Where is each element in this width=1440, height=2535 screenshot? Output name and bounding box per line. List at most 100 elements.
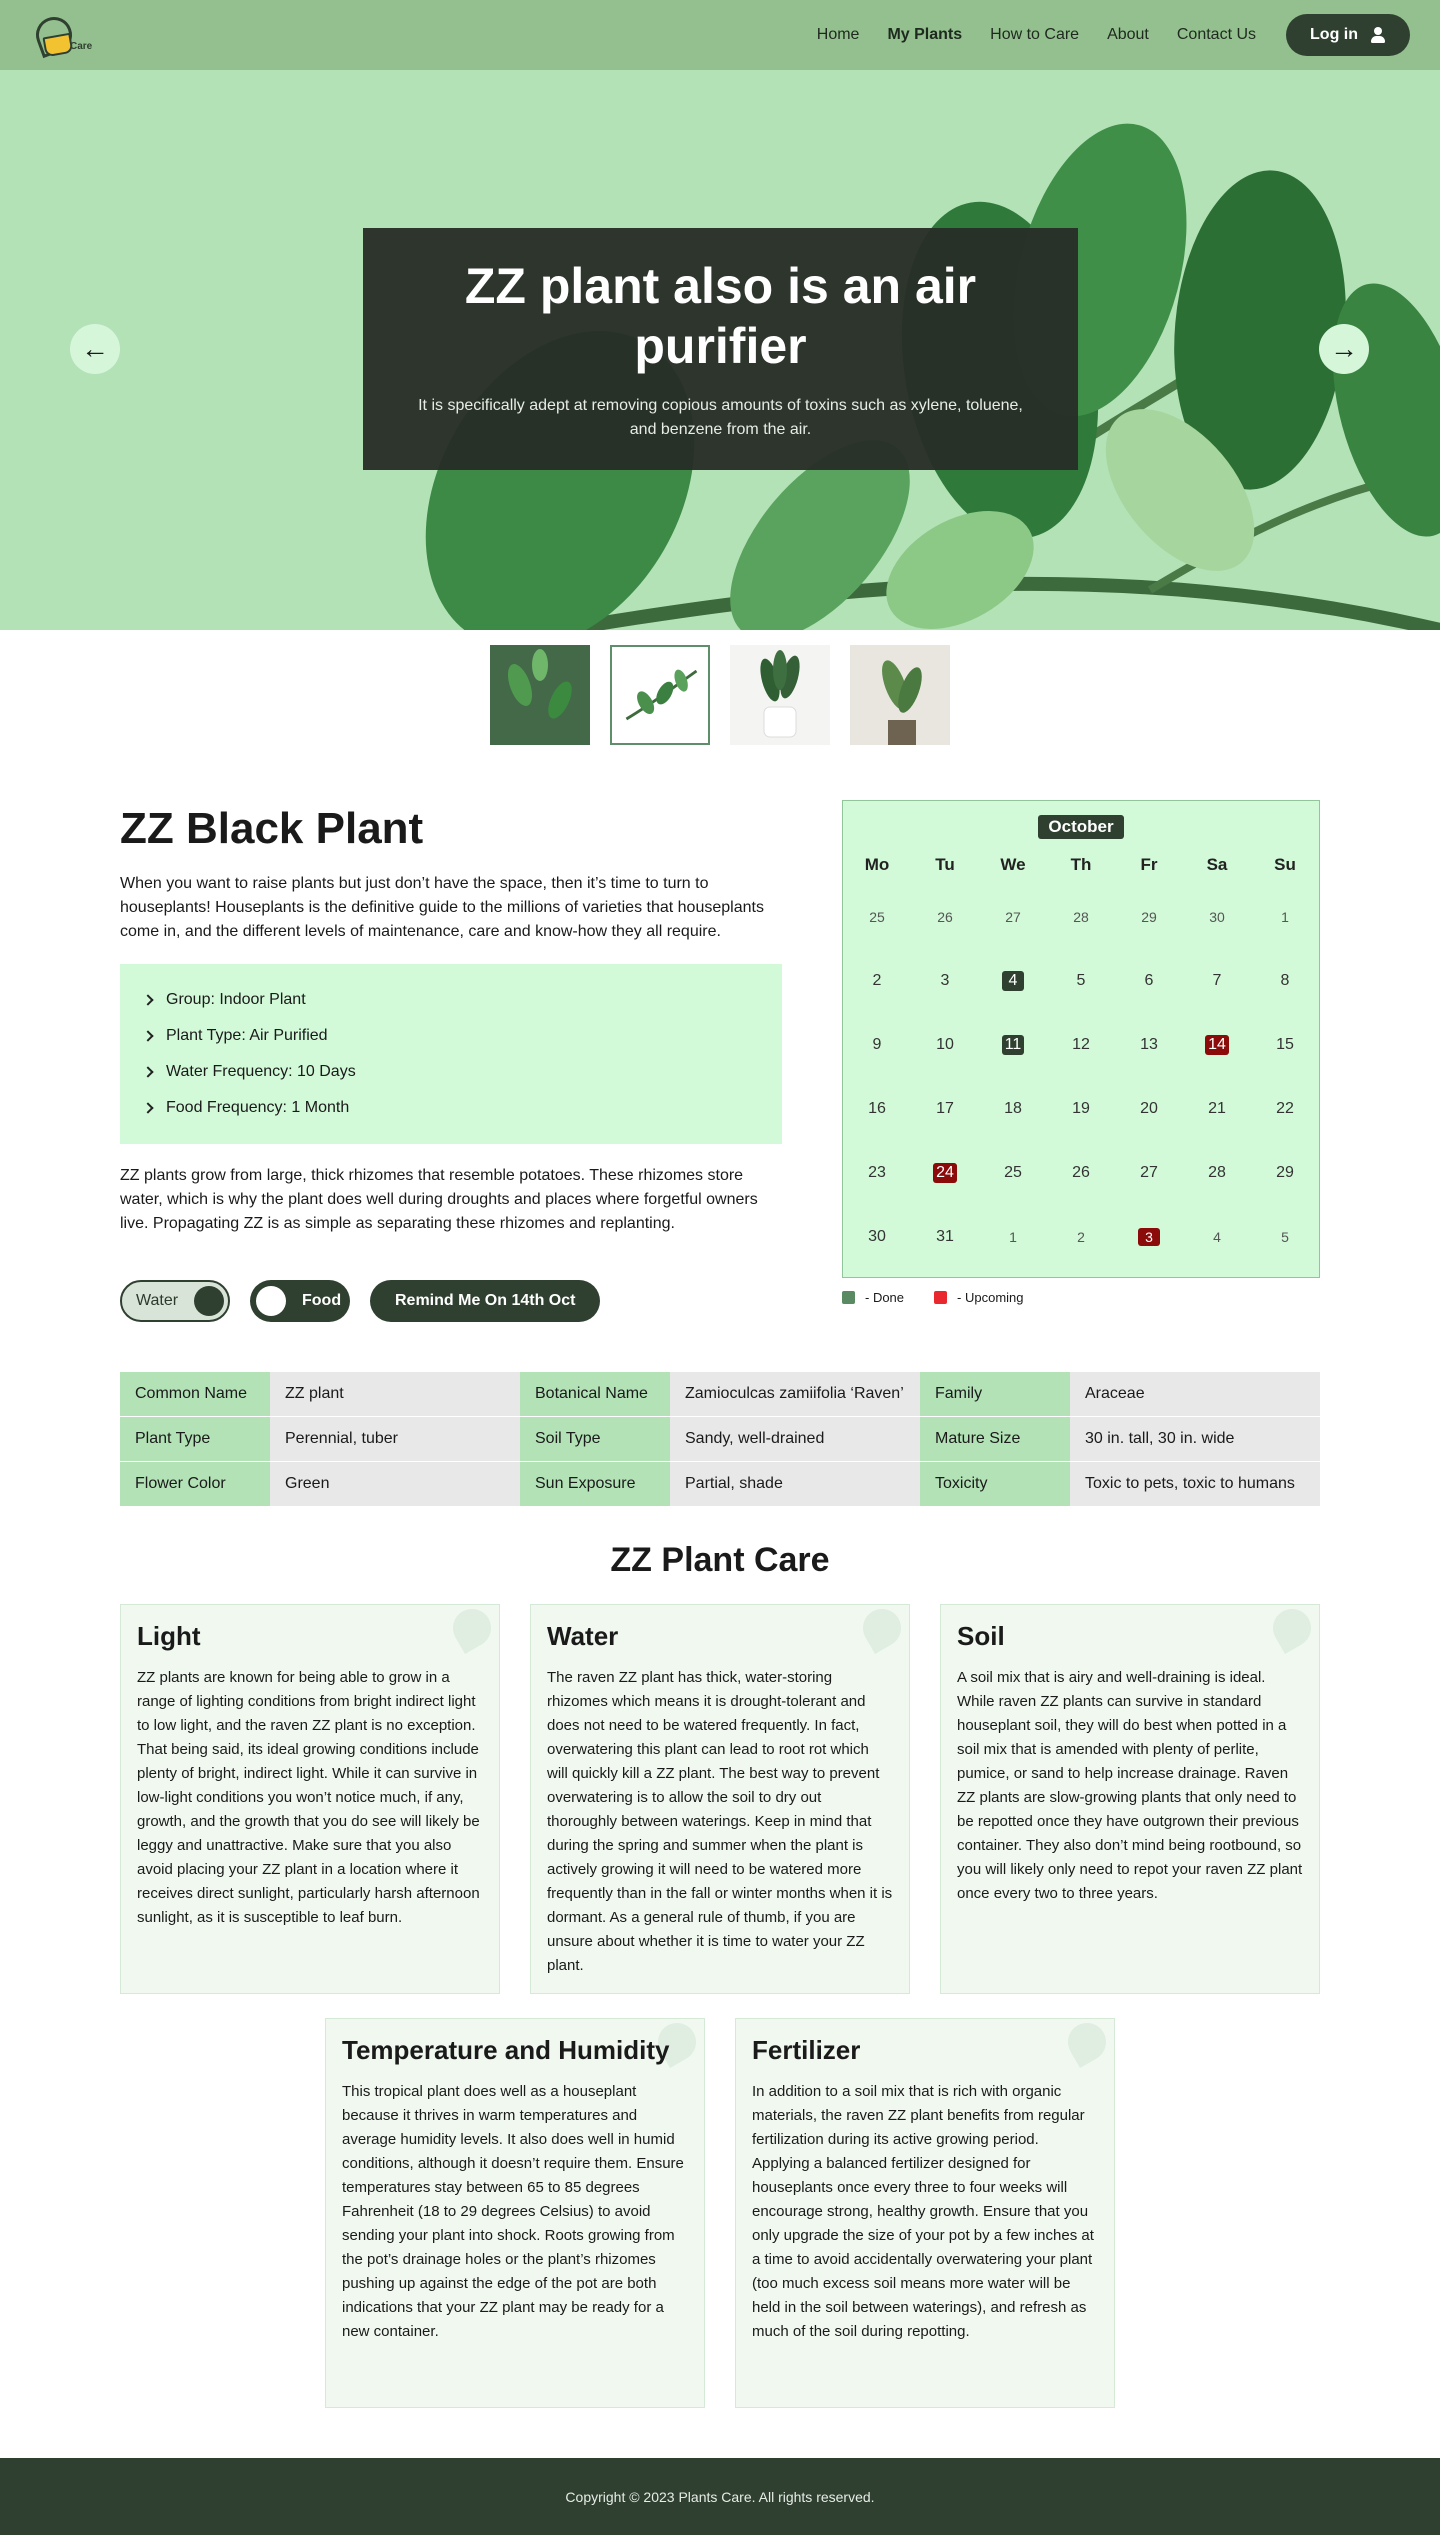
calendar-day[interactable]: 4 xyxy=(979,949,1047,1013)
calendar-day[interactable]: 24 xyxy=(911,1141,979,1205)
calendar-day[interactable]: 27 xyxy=(1115,1141,1183,1205)
calendar-day[interactable]: 20 xyxy=(1115,1077,1183,1141)
fact-item: Group: Indoor Plant xyxy=(142,982,758,1018)
prev-slide-button[interactable]: ← xyxy=(70,324,120,374)
calendar-day-number: 26 xyxy=(1072,1164,1090,1181)
calendar-day[interactable]: 10 xyxy=(911,1013,979,1077)
calendar-day[interactable]: 2 xyxy=(1047,1205,1115,1269)
care-card-title: Temperature and Humidity xyxy=(342,2035,670,2065)
chevron-right-icon xyxy=(142,1102,154,1114)
calendar-day[interactable]: 1 xyxy=(1251,885,1319,949)
hero-carousel: ZZ plant also is an air purifier It is s… xyxy=(0,70,1440,630)
calendar-day-number: 1 xyxy=(1009,1229,1017,1245)
thumbnail-2[interactable] xyxy=(610,645,710,745)
weekday-header: Su xyxy=(1274,855,1296,874)
calendar-day-number: 28 xyxy=(1073,909,1089,925)
table-value-cell: 30 in. tall, 30 in. wide xyxy=(1070,1417,1320,1462)
calendar-day[interactable]: 12 xyxy=(1047,1013,1115,1077)
login-button[interactable]: Log in xyxy=(1286,14,1410,56)
calendar-day[interactable]: 3 xyxy=(911,949,979,1013)
care-card-text: In addition to a soil mix that is rich w… xyxy=(752,2083,1094,2340)
calendar-day[interactable]: 1 xyxy=(979,1205,1047,1269)
calendar-day[interactable]: 28 xyxy=(1183,1141,1251,1205)
upcoming-swatch xyxy=(934,1291,948,1304)
calendar-day[interactable]: 21 xyxy=(1183,1077,1251,1141)
calendar-day-number: 10 xyxy=(936,1036,954,1053)
calendar-day-number: 21 xyxy=(1208,1100,1226,1117)
calendar-day[interactable]: 8 xyxy=(1251,949,1319,1013)
nav-link-about[interactable]: About xyxy=(1107,26,1149,44)
care-row-1: Light ZZ plants are known for being able … xyxy=(0,1602,1440,1994)
calendar-day[interactable]: 17 xyxy=(911,1077,979,1141)
table-value-cell: Araceae xyxy=(1070,1372,1320,1417)
calendar-day-number: 29 xyxy=(1276,1164,1294,1181)
nav-link-my-plants[interactable]: My Plants xyxy=(887,26,962,44)
food-toggle[interactable]: Food xyxy=(250,1280,350,1322)
fact-item: Food Frequency: 1 Month xyxy=(142,1090,758,1126)
calendar-day[interactable]: 3 xyxy=(1115,1205,1183,1269)
calendar-day[interactable]: 4 xyxy=(1183,1205,1251,1269)
weekday-header: Th xyxy=(1070,855,1092,874)
calendar-day[interactable]: 19 xyxy=(1047,1077,1115,1141)
top-nav: Care Home My Plants How to Care About Co… xyxy=(0,0,1440,70)
calendar-day[interactable]: 29 xyxy=(1251,1141,1319,1205)
remind-me-button[interactable]: Remind Me On 14th Oct xyxy=(370,1280,601,1322)
calendar-day[interactable]: 18 xyxy=(979,1077,1047,1141)
table-value-cell: Zamioculcas zamiifolia ‘Raven’ xyxy=(670,1372,920,1417)
table-key-cell: Toxicity xyxy=(920,1462,1070,1507)
calendar-day[interactable]: 26 xyxy=(911,885,979,949)
calendar-day[interactable]: 15 xyxy=(1251,1013,1319,1077)
calendar-day[interactable]: 25 xyxy=(979,1141,1047,1205)
calendar-day[interactable]: 5 xyxy=(1251,1205,1319,1269)
calendar-day[interactable]: 7 xyxy=(1183,949,1251,1013)
calendar-day[interactable]: 14 xyxy=(1183,1013,1251,1077)
plant-info-column: ZZ Black Plant When you want to raise pl… xyxy=(120,800,782,1322)
nav-link-contact[interactable]: Contact Us xyxy=(1177,26,1256,44)
calendar-day-number: 26 xyxy=(937,909,953,925)
calendar-day-number: 31 xyxy=(936,1228,954,1245)
legend-done: - Done xyxy=(842,1290,904,1305)
calendar-day[interactable]: 29 xyxy=(1115,885,1183,949)
calendar-day-number: 27 xyxy=(1005,909,1021,925)
plant-title: ZZ Black Plant xyxy=(120,804,424,853)
table-key-cell: Mature Size xyxy=(920,1417,1070,1462)
care-card-soil: Soil A soil mix that is airy and well-dra… xyxy=(940,1602,1320,1994)
water-toggle[interactable]: Water xyxy=(120,1280,230,1322)
calendar-day[interactable]: 30 xyxy=(1183,885,1251,949)
logo[interactable]: Care xyxy=(30,9,92,61)
calendar-day-number: 3 xyxy=(940,972,950,989)
calendar-day-number: 29 xyxy=(1141,909,1157,925)
calendar-day[interactable]: 25 xyxy=(843,885,911,949)
calendar-day-number: 18 xyxy=(1004,1100,1022,1117)
fact-text: Plant Type: Air Purified xyxy=(166,1027,328,1044)
thumbnail-4[interactable] xyxy=(850,645,950,745)
calendar-day-number: 13 xyxy=(1140,1036,1158,1053)
calendar-day[interactable]: 22 xyxy=(1251,1077,1319,1141)
nav-link-how-to-care[interactable]: How to Care xyxy=(990,26,1079,44)
calendar-grid: Mo Tu We Th Fr Sa Su 25 26 27 28 29 30 1 2 3 4 5 6 7 8 9 10 11 1… xyxy=(843,845,1319,1269)
calendar-day-number: 8 xyxy=(1280,972,1290,989)
thumbnail-3[interactable] xyxy=(730,645,830,745)
calendar-day[interactable]: 16 xyxy=(843,1077,911,1141)
calendar-day[interactable]: 13 xyxy=(1115,1013,1183,1077)
table-value-cell: Sandy, well-drained xyxy=(670,1417,920,1462)
calendar-day[interactable]: 6 xyxy=(1115,949,1183,1013)
calendar-day[interactable]: 11 xyxy=(979,1013,1047,1077)
calendar-day[interactable]: 9 xyxy=(843,1013,911,1077)
fact-item: Plant Type: Air Purified xyxy=(142,1018,758,1054)
user-icon xyxy=(1370,27,1386,43)
calendar-day[interactable]: 28 xyxy=(1047,885,1115,949)
plant-details: ZZ Black Plant When you want to raise pl… xyxy=(0,760,1440,1322)
nav-link-home[interactable]: Home xyxy=(817,26,860,44)
calendar-day[interactable]: 5 xyxy=(1047,949,1115,1013)
calendar-day[interactable]: 27 xyxy=(979,885,1047,949)
calendar-day[interactable]: 2 xyxy=(843,949,911,1013)
calendar-day[interactable]: 31 xyxy=(911,1205,979,1269)
next-slide-button[interactable]: → xyxy=(1319,324,1369,374)
thumbnail-1[interactable] xyxy=(490,645,590,745)
calendar-day-number: 22 xyxy=(1276,1100,1294,1117)
calendar-day[interactable]: 30 xyxy=(843,1205,911,1269)
fact-text: Group: Indoor Plant xyxy=(166,991,306,1008)
calendar-day[interactable]: 23 xyxy=(843,1141,911,1205)
calendar-day[interactable]: 26 xyxy=(1047,1141,1115,1205)
